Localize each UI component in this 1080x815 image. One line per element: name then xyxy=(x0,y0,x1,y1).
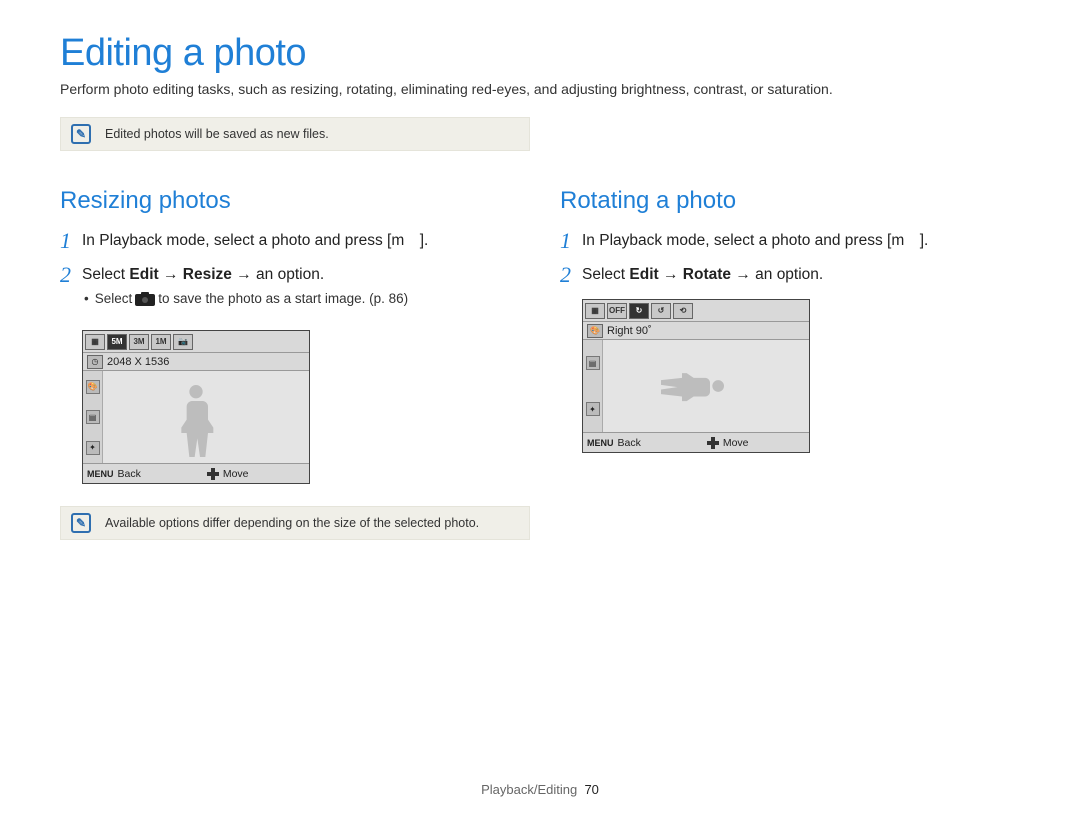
move-label: Move xyxy=(723,437,749,449)
palette-icon: 🎨 xyxy=(587,324,603,338)
back-label: Back xyxy=(618,437,641,449)
rotate-180-icon: ⟲ xyxy=(673,303,693,319)
person-silhouette-rotated xyxy=(661,361,731,411)
effect-icon: ✦ xyxy=(586,402,600,416)
step2-arrow1: → xyxy=(159,266,183,283)
opt-5m: 5M xyxy=(107,334,127,350)
note-box-resize: ✎ Available options differ depending on … xyxy=(60,506,530,540)
step2-pre: Select xyxy=(582,266,629,283)
start-image-icon xyxy=(135,292,155,306)
rotate-left-icon: ↺ xyxy=(651,303,671,319)
resize-heading: Resizing photos xyxy=(60,187,520,215)
opt-1m: 1M xyxy=(151,334,171,350)
footer-page-number: 70 xyxy=(584,782,598,797)
sub-post: to save the photo as a start image. (p. … xyxy=(158,290,408,308)
rotate-toolbar-top: ▦ OFF ↻ ↺ ⟲ xyxy=(583,300,809,322)
rotate-label: Right 90˚ xyxy=(607,325,652,337)
resize-preview: 🎨 ▤ ✦ xyxy=(83,371,309,463)
step-number-2: 2 xyxy=(60,263,82,318)
adjust-icon: ▤ xyxy=(86,410,100,424)
rotate-label-row: 🎨 Right 90˚ xyxy=(583,322,809,340)
rotate-step-2: Select Edit → Rotate → an option. xyxy=(582,263,823,287)
intro-text: Perform photo editing tasks, such as res… xyxy=(60,81,1020,97)
resize-substep: Select to save the photo as a start imag… xyxy=(82,290,408,308)
step2-arrow1: → xyxy=(659,266,683,283)
step2-post: → an option. xyxy=(232,266,324,283)
note-text: Edited photos will be saved as new files… xyxy=(105,127,329,141)
rotate-heading: Rotating a photo xyxy=(560,187,1020,215)
dpad-icon xyxy=(707,437,719,449)
resize-side-icons: 🎨 ▤ ✦ xyxy=(83,371,103,463)
page-title: Editing a photo xyxy=(60,32,1020,75)
step2-edit: Edit xyxy=(129,266,158,283)
step-number-1: 1 xyxy=(60,229,82,253)
resize-toolbar-top: ▦ 5M 3M 1M 📷 xyxy=(83,331,309,353)
resize-step-2: Select Edit → Resize → an option. Select… xyxy=(82,263,408,318)
rotate-screenshot: ▦ OFF ↻ ↺ ⟲ 🎨 Right 90˚ ▤ ✦ xyxy=(582,299,810,453)
crop-icon: ▦ xyxy=(585,303,605,319)
move-label: Move xyxy=(223,468,249,480)
opt-cam: 📷 xyxy=(173,334,193,350)
step2-rotate: Rotate xyxy=(683,266,731,283)
step-number-1: 1 xyxy=(560,229,582,253)
clock-icon: ◷ xyxy=(87,355,103,369)
menu-label: MENU xyxy=(587,438,614,448)
rotate-step-1: In Playback mode, select a photo and pre… xyxy=(582,229,928,253)
adjust-icon: ▤ xyxy=(586,356,600,370)
step2-pre: Select xyxy=(82,266,129,283)
rotate-preview: ▤ ✦ xyxy=(583,340,809,432)
resize-bottom-bar: MENU Back Move xyxy=(83,463,309,483)
opt-3m: 3M xyxy=(129,334,149,350)
step2-edit: Edit xyxy=(629,266,658,283)
page-footer: Playback/Editing 70 xyxy=(0,782,1080,797)
step-number-2: 2 xyxy=(560,263,582,287)
step2-resize: Resize xyxy=(183,266,232,283)
dpad-icon xyxy=(207,468,219,480)
sub-pre: Select xyxy=(95,290,133,308)
person-silhouette xyxy=(166,377,226,457)
note-text-2: Available options differ depending on th… xyxy=(105,516,479,530)
resize-step-1: In Playback mode, select a photo and pre… xyxy=(82,229,428,253)
footer-section: Playback/Editing xyxy=(481,782,577,797)
rotate-bottom-bar: MENU Back Move xyxy=(583,432,809,452)
step2-post: → an option. xyxy=(731,266,823,283)
palette-icon: 🎨 xyxy=(86,380,100,394)
rotate-right-icon: ↻ xyxy=(629,303,649,319)
resize-column: Resizing photos 1 In Playback mode, sele… xyxy=(60,187,520,576)
note-icon: ✎ xyxy=(71,124,91,144)
effect-icon: ✦ xyxy=(86,441,100,455)
rotate-column: Rotating a photo 1 In Playback mode, sel… xyxy=(560,187,1020,576)
resize-size-label: 2048 X 1536 xyxy=(107,356,169,368)
resize-size-row: ◷ 2048 X 1536 xyxy=(83,353,309,371)
off-icon: OFF xyxy=(607,303,627,319)
crop-icon: ▦ xyxy=(85,334,105,350)
note-box-top: ✎ Edited photos will be saved as new fil… xyxy=(60,117,530,151)
resize-screenshot: ▦ 5M 3M 1M 📷 ◷ 2048 X 1536 🎨 ▤ ✦ xyxy=(82,330,310,484)
note-icon: ✎ xyxy=(71,513,91,533)
back-label: Back xyxy=(118,468,141,480)
menu-label: MENU xyxy=(87,469,114,479)
rotate-side-icons: ▤ ✦ xyxy=(583,340,603,432)
